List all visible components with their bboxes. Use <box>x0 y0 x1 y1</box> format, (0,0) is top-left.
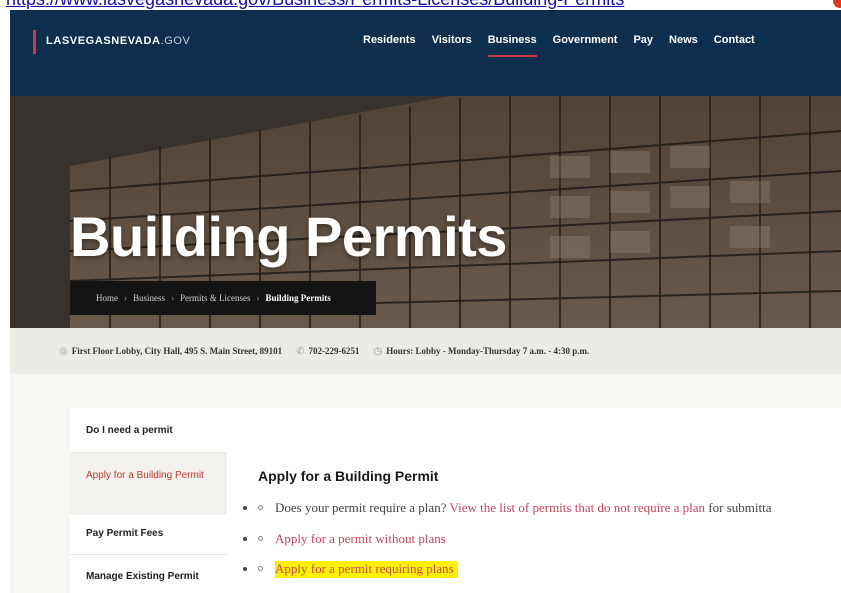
phone-icon: ✆ <box>296 345 305 357</box>
top-url-link[interactable]: https://www.lasvegasnevada.gov/Business/… <box>6 0 624 10</box>
page-title: Building Permits <box>70 205 507 268</box>
logo-suffix: .GOV <box>160 35 191 47</box>
sidebar-nav: Do I need a permit Apply for a Building … <box>70 408 227 593</box>
nav-pay[interactable]: Pay <box>633 34 653 54</box>
sidebar-item-do-i-need-a-permit[interactable]: Do I need a permit <box>70 425 227 436</box>
breadcrumb-permits-licenses[interactable]: Permits & Licenses <box>180 293 251 303</box>
sidebar-divider <box>70 554 227 555</box>
nav-visitors[interactable]: Visitors <box>432 34 472 54</box>
clock-icon: ◷ <box>373 345 383 357</box>
top-url-strip: https://www.lasvegasnevada.gov/Business/… <box>0 0 841 10</box>
list-item: Apply for a permit requiring plans <box>258 561 458 578</box>
logo-accent-bar <box>33 30 36 54</box>
nav-government[interactable]: Government <box>553 34 618 54</box>
sidebar-item-pay-permit-fees[interactable]: Pay Permit Fees <box>70 528 227 539</box>
location-pin-icon: ◎ <box>59 345 68 357</box>
nav-news[interactable]: News <box>669 34 698 54</box>
record-dot-icon <box>833 0 841 8</box>
logo-main: LASVEGASNEVADA <box>46 35 161 47</box>
apply-requiring-plans-link[interactable]: Apply for a permit requiring plans <box>275 561 458 578</box>
phone-info[interactable]: ✆ 702-229-6251 <box>296 346 359 357</box>
list-item: Does your permit require a plan? View th… <box>258 500 771 516</box>
nav-contact[interactable]: Contact <box>714 34 755 54</box>
nav-business[interactable]: Business <box>487 34 537 57</box>
site-header: LASVEGASNEVADA.GOV Residents Visitors Bu… <box>10 10 841 96</box>
breadcrumb-current: Building Permits <box>265 293 331 303</box>
hours-info: ◷ Hours: Lobby - Monday-Thursday 7 a.m. … <box>374 346 590 357</box>
bullet-circle-icon <box>258 535 263 541</box>
no-plan-permits-link[interactable]: View the list of permits that do not req… <box>449 500 705 515</box>
chevron-right-icon: › <box>171 293 175 303</box>
hero-banner: Building Permits Home › Business › Permi… <box>10 96 841 328</box>
site-logo[interactable]: LASVEGASNEVADA.GOV <box>46 35 190 47</box>
address-text: First Floor Lobby, City Hall, 495 S. Mai… <box>71 346 283 356</box>
breadcrumb-business[interactable]: Business <box>133 293 165 303</box>
sidebar-item-manage-existing-permit[interactable]: Manage Existing Permit <box>70 571 227 582</box>
nav-residents[interactable]: Residents <box>363 34 416 54</box>
bullet-circle-icon <box>258 565 263 571</box>
apply-without-plans-link[interactable]: Apply for a permit without plans <box>275 531 446 546</box>
phone-text[interactable]: 702-229-6251 <box>309 346 360 356</box>
address-info: ◎ First Floor Lobby, City Hall, 495 S. M… <box>59 346 282 357</box>
breadcrumb-home[interactable]: Home <box>96 293 118 303</box>
sidebar-item-apply-for-permit[interactable]: Apply for a Building Permit <box>70 453 227 513</box>
bullet-circle-icon <box>258 504 263 510</box>
sidebar-divider <box>70 513 227 514</box>
plan-question-text: Does your permit require a plan? <box>275 500 447 515</box>
breadcrumb: Home › Business › Permits & Licenses › B… <box>70 281 376 315</box>
contact-info-bar: ◎ First Floor Lobby, City Hall, 495 S. M… <box>10 328 841 374</box>
chevron-right-icon: › <box>256 293 260 303</box>
chevron-right-icon: › <box>124 293 127 303</box>
plan-question-tail: for submitta <box>708 500 772 515</box>
section-title: Apply for a Building Permit <box>258 468 439 484</box>
hours-text: Hours: Lobby - Monday-Thursday 7 a.m. - … <box>386 346 590 356</box>
main-nav: Residents Visitors Business Government P… <box>363 34 771 57</box>
list-item: Apply for a permit without plans <box>258 531 446 547</box>
